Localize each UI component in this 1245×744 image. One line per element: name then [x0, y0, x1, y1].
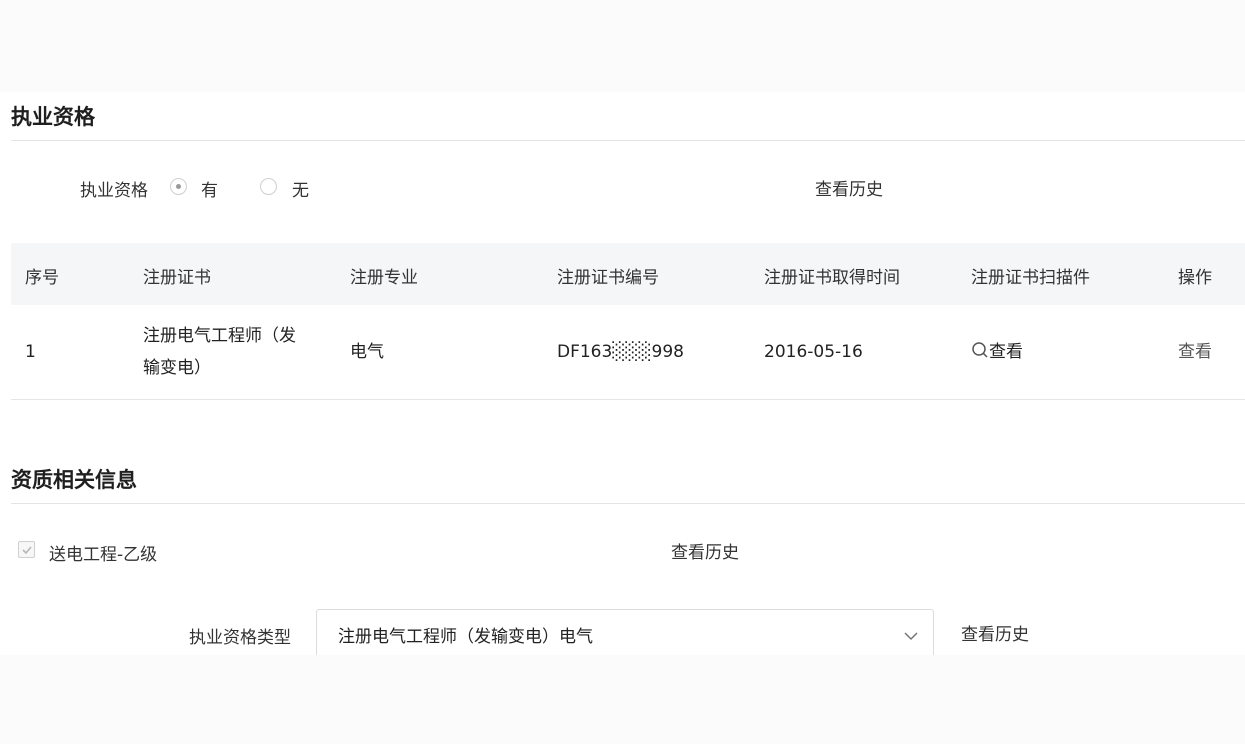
radio-button-no[interactable]	[260, 178, 277, 195]
bottom-blank-band	[0, 655, 1245, 744]
section-divider	[11, 503, 1245, 504]
row-major: 电气	[350, 342, 384, 362]
row-scan-label[interactable]: 查看	[989, 342, 1023, 362]
row-certificate-line1: 注册电气工程师（发	[143, 326, 296, 346]
row-certificate-line2: 输变电）	[143, 358, 211, 378]
table-row-divider	[11, 399, 1245, 400]
check-icon	[22, 546, 32, 555]
qualification-type-select[interactable]: 注册电气工程师（发输变电）电气	[316, 609, 934, 655]
qualification-history-link[interactable]: 查看历史	[815, 175, 883, 200]
section-title-aptitude: 资质相关信息	[11, 468, 137, 492]
aptitude-item-label[interactable]: 送电工程-乙级	[49, 540, 157, 565]
radio-label-yes[interactable]: 有	[201, 176, 218, 201]
qualification-field-label: 执业资格	[80, 181, 148, 201]
column-header-major: 注册专业	[350, 268, 418, 288]
radio-button-yes[interactable]	[170, 178, 187, 195]
column-header-date: 注册证书取得时间	[764, 268, 900, 288]
aptitude-history-link[interactable]: 查看历史	[671, 538, 739, 563]
search-icon	[971, 338, 989, 358]
section-divider	[11, 140, 1245, 141]
qualification-type-label: 执业资格类型	[189, 628, 291, 648]
aptitude-checkbox[interactable]	[18, 541, 35, 558]
row-date: 2016-05-16	[764, 342, 863, 362]
column-header-cert-number: 注册证书编号	[557, 268, 659, 288]
chevron-down-icon	[903, 626, 919, 645]
radio-label-no[interactable]: 无	[292, 176, 309, 201]
row-action-view-link[interactable]: 查看	[1178, 336, 1212, 368]
column-header-certificate: 注册证书	[143, 268, 211, 288]
row-scan-view-link[interactable]: 查看	[971, 336, 1023, 368]
column-header-action: 操作	[1178, 268, 1212, 288]
row-index: 1	[25, 342, 36, 362]
column-header-scan: 注册证书扫描件	[971, 268, 1090, 288]
qualification-type-history-link[interactable]: 查看历史	[961, 620, 1029, 645]
column-header-index: 序号	[25, 268, 59, 288]
top-blank-band	[0, 0, 1245, 92]
row-cert-number: DF163░░░998	[557, 342, 684, 362]
qualification-type-value: 注册电气工程师（发输变电）电气	[338, 627, 593, 647]
section-title-qualification: 执业资格	[11, 105, 95, 129]
